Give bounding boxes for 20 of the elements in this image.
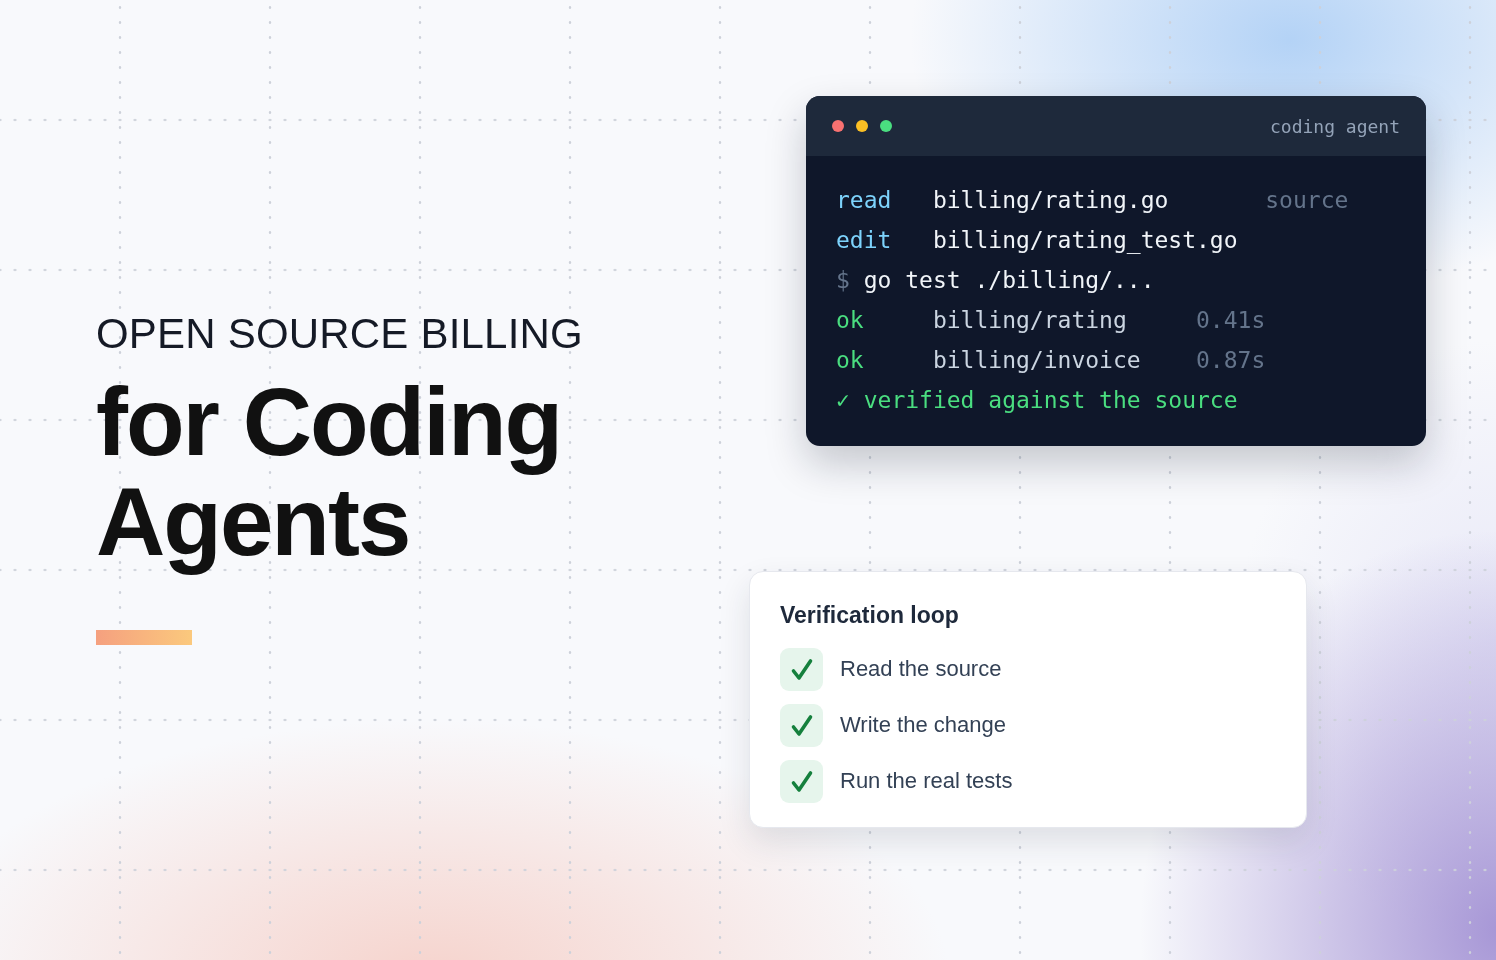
checklist-item-label: Write the change	[840, 712, 1006, 738]
shell-command: go test ./billing/...	[863, 266, 1155, 295]
terminal-title: coding agent	[1269, 115, 1400, 137]
file-path: billing/rating.go	[932, 186, 1169, 215]
test-status: ok	[836, 306, 864, 335]
eyebrow-heading: OPEN SOURCE BILLING	[96, 310, 583, 358]
test-status: ok	[836, 346, 864, 375]
checklist-item-label: Run the real tests	[840, 768, 1013, 794]
checklist-title: Verification loop	[780, 601, 959, 630]
verification-message: ✓ verified against the source	[836, 387, 1238, 413]
file-path: billing/rating_test.go	[932, 226, 1238, 256]
source-label: source	[1265, 186, 1349, 215]
checklist-item-label: Read the source	[840, 656, 1002, 682]
package-path: billing/invoice	[932, 346, 1141, 375]
test-duration: 0.87s	[1196, 346, 1266, 375]
command-verb: edit	[836, 226, 892, 255]
package-path: billing/rating	[932, 306, 1127, 335]
prompt-symbol: $	[836, 266, 850, 295]
command-verb: read	[836, 186, 892, 215]
test-duration: 0.41s	[1196, 306, 1266, 335]
